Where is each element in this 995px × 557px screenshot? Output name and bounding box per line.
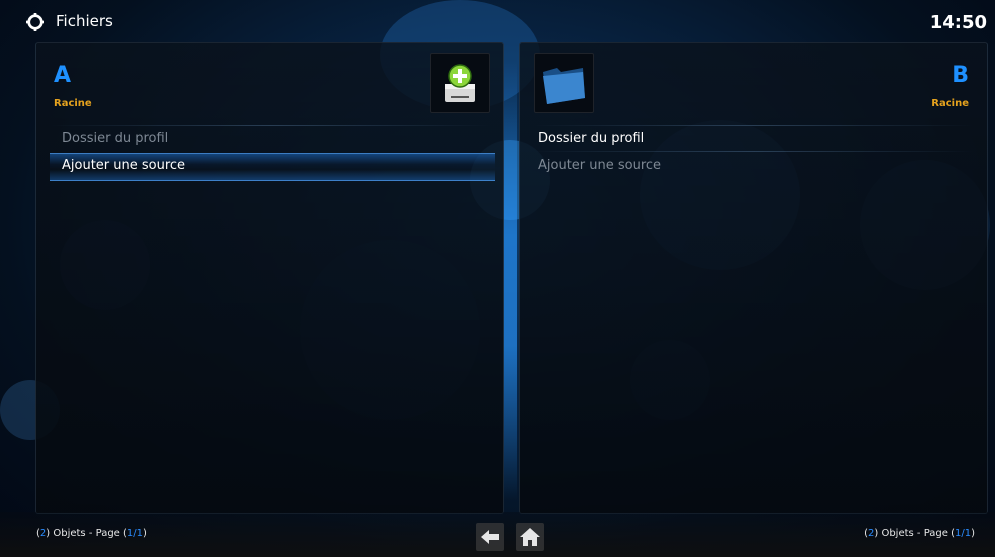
panel-path: Racine xyxy=(54,98,92,109)
page-title: Fichiers xyxy=(56,12,113,30)
home-button[interactable] xyxy=(516,523,544,551)
file-panel-b: B Racine Dossier du profil Ajouter une s… xyxy=(519,42,988,514)
panel-path: Racine xyxy=(931,98,969,109)
header-bar: Fichiers 14:50 xyxy=(0,0,995,40)
panel-letter: A xyxy=(54,63,72,88)
thumbnail xyxy=(534,53,594,113)
panel-letter: B xyxy=(952,63,969,88)
list-item[interactable]: Ajouter une source xyxy=(36,153,503,179)
thumbnail xyxy=(430,53,490,113)
back-button[interactable] xyxy=(476,523,504,551)
list-item[interactable]: Dossier du profil xyxy=(520,126,987,152)
list-item[interactable]: Dossier du profil xyxy=(36,126,503,152)
back-arrow-icon xyxy=(481,530,499,544)
home-icon xyxy=(520,528,540,546)
separator xyxy=(534,151,974,152)
status-b: (2) Objets - Page (1/1) xyxy=(864,528,975,539)
file-panel-a: A Racine Dossier du profil Ajouter une s… xyxy=(35,42,504,514)
clock: 14:50 xyxy=(929,12,987,33)
panel-divider xyxy=(503,60,517,500)
list-item[interactable]: Ajouter une source xyxy=(520,153,987,179)
gear-icon xyxy=(26,13,44,31)
add-drive-icon xyxy=(445,64,475,102)
status-a: (2) Objets - Page (1/1) xyxy=(36,528,147,539)
folder-icon xyxy=(543,68,585,104)
